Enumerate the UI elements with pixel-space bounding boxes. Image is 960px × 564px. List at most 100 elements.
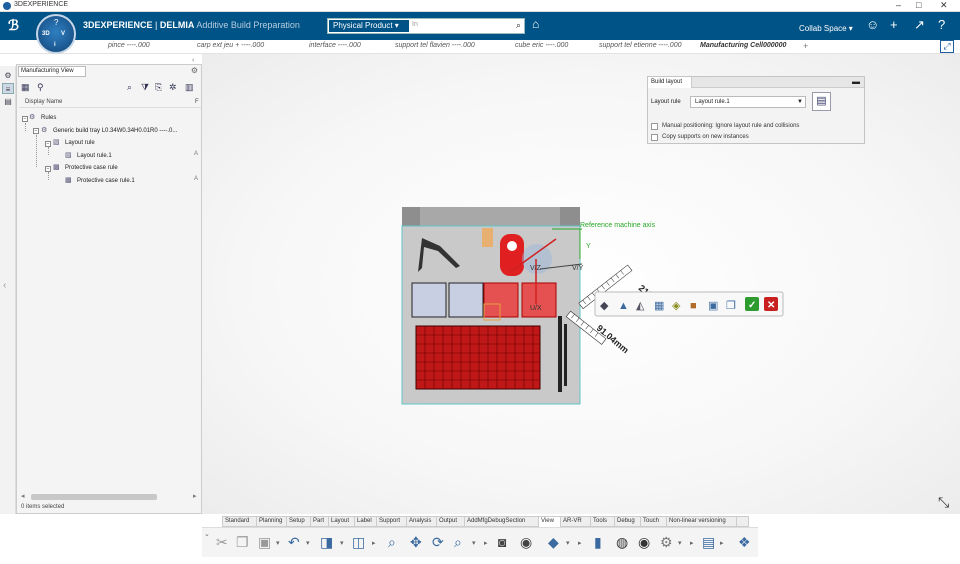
toolbar-tab-non-linear-versioning[interactable]: Non-linear versioning — [667, 517, 737, 527]
user-avatar-icon[interactable]: ☺ — [866, 17, 879, 32]
tab-interface[interactable]: interface ----.000 — [309, 42, 361, 49]
material-icon[interactable]: ◍ — [616, 534, 628, 551]
toolbar-tab-standard[interactable]: Standard — [223, 517, 257, 527]
panel-tab-manufacturing-view[interactable]: Manufacturing View — [18, 66, 86, 77]
close-window-button[interactable]: ✕ — [940, 0, 948, 11]
zoom-dropdown-icon[interactable]: ▾ — [472, 539, 476, 547]
collapse-left-icon[interactable]: ‹ — [3, 280, 6, 291]
cube-view-icon[interactable]: ◆ — [548, 534, 559, 551]
gear-icon[interactable]: ⚙ — [191, 66, 198, 75]
layout-icon[interactable]: ▥ — [185, 82, 194, 93]
tree-item-build-tray[interactable]: ⚙ Generic build tray L0.34W0.34H0.01R0 --… — [41, 126, 177, 134]
tree-view-icon[interactable]: ≡ — [2, 83, 14, 94]
collapse-panel-icon[interactable]: ‹ — [192, 57, 194, 64]
collab-space-selector[interactable]: Collab Space ▾ — [799, 24, 853, 33]
scroll-left-icon[interactable]: ◂ — [21, 492, 25, 500]
add-icon[interactable]: + — [890, 17, 898, 32]
manual-positioning-checkbox[interactable] — [651, 123, 658, 130]
copy-icon[interactable]: ❐ — [726, 300, 736, 312]
help-icon[interactable]: ? — [938, 17, 945, 32]
flag-column-header[interactable]: F — [195, 99, 199, 105]
tab-carp-ext-jeu[interactable]: carp ext jeu + ----.000 — [197, 42, 264, 49]
blue-block-2[interactable] — [448, 282, 484, 318]
tree-item-rules[interactable]: ⚙ Rules — [29, 113, 56, 121]
list-view-icon[interactable]: ▤ — [2, 96, 14, 107]
tree-item-layout-rule[interactable]: ▧ Layout rule — [53, 138, 95, 146]
tab-manufacturing-cell[interactable]: Manufacturing Cell000000 — [700, 42, 786, 49]
pack-icon[interactable]: ▣ — [708, 300, 718, 312]
toolbar-tab-analysis[interactable]: Analysis — [407, 517, 437, 527]
toolbar-tab-label[interactable]: Label — [355, 517, 377, 527]
toolbar-tab-debug[interactable]: Debug — [615, 517, 641, 527]
tab-support-tel-etienne[interactable]: support tel etienne ----.000 — [599, 42, 682, 49]
red-block-selected[interactable] — [483, 282, 519, 318]
undo-dropdown-icon[interactable]: ▾ — [306, 539, 310, 547]
search-icon[interactable]: ⌕ — [127, 82, 132, 93]
display-name-header[interactable]: Display Name — [25, 99, 62, 105]
copy-supports-checkbox[interactable] — [651, 134, 658, 141]
toolbar-tab-ar-vr[interactable]: AR-VR — [561, 517, 591, 527]
copy-icon[interactable]: ❐ — [236, 534, 249, 551]
minimize-panel-icon[interactable]: ▬ — [852, 77, 860, 86]
tab-cube-eric[interactable]: cube eric ----.000 — [515, 42, 568, 49]
expand-toggle[interactable]: − — [33, 128, 39, 134]
compass-right-quadrant[interactable]: V — [61, 31, 65, 37]
layout-view-icon[interactable]: ▤ — [702, 534, 715, 551]
layer-icon[interactable]: ◈ — [672, 300, 681, 312]
pan-icon[interactable]: ✥ — [410, 534, 422, 551]
toolbar-tab-addmfgdebugsection[interactable]: AddMfgDebugSection — [465, 517, 539, 527]
shading-icon[interactable]: ◉ — [638, 534, 650, 551]
filter-icon[interactable]: ⧩ — [141, 82, 149, 93]
toolbar-tab-part[interactable]: Part — [311, 517, 329, 527]
eraser-icon[interactable]: ◆ — [600, 300, 609, 312]
scroll-right-icon[interactable]: ▸ — [193, 492, 197, 500]
layout-dropdown-icon[interactable]: ▸ — [720, 539, 724, 547]
rotate-icon[interactable]: ⟳ — [432, 534, 444, 551]
expand-icon[interactable]: ⤢ — [940, 40, 954, 53]
render-icon[interactable]: ◉ — [520, 534, 532, 551]
paste-dropdown-icon[interactable]: ▾ — [276, 539, 280, 547]
tab-pince[interactable]: pince ----.000 — [108, 42, 150, 49]
lattice-part[interactable] — [415, 325, 541, 390]
gear-tool-icon[interactable]: ⚙ — [660, 534, 673, 551]
toolbar-tab-output[interactable]: Output — [437, 517, 465, 527]
toolbar-tab-tools[interactable]: Tools — [591, 517, 615, 527]
zoom-icon[interactable]: ⌕ — [388, 534, 396, 551]
place-icon[interactable]: ▲ — [618, 300, 629, 312]
add-tab-icon[interactable]: + — [803, 41, 808, 51]
toolbar-tab-layout[interactable]: Layout — [329, 517, 355, 527]
map-icon[interactable]: ◫ — [352, 534, 365, 551]
search-icon[interactable]: ⌕ — [516, 20, 521, 31]
more-icon[interactable]: ▸ — [484, 539, 488, 547]
expand-toggle[interactable]: − — [22, 116, 28, 122]
toolbar-tab-setup[interactable]: Setup — [287, 517, 311, 527]
bar-part-1[interactable] — [558, 316, 562, 392]
tree-item-protective-case-rule-1[interactable]: ▩ Protective case rule.1 — [65, 176, 135, 184]
more-icon[interactable]: ▸ — [578, 539, 582, 547]
search-category-select[interactable]: Physical Product ▾ — [329, 20, 409, 32]
zoom-area-icon[interactable]: ⌕ — [454, 534, 462, 551]
blue-block-1[interactable] — [411, 282, 447, 318]
search-bar[interactable]: Physical Product ▾ In ⌕ — [327, 18, 525, 34]
maximize-button[interactable]: □ — [916, 0, 921, 10]
cylinder-icon[interactable]: ▮ — [594, 534, 602, 551]
compass-left-quadrant[interactable]: 3D — [42, 31, 50, 37]
action-bar-menu-icon[interactable]: ⌄ — [204, 530, 210, 538]
compass-widget[interactable]: ? 3D V i — [36, 14, 76, 54]
filter-tree-icon[interactable]: ⚲ — [37, 82, 44, 93]
layout-rule-dropdown[interactable]: Layout rule.1 ▼ — [690, 96, 806, 108]
toolbar-tab-planning[interactable]: Planning — [257, 517, 287, 527]
bar-part-2[interactable] — [564, 324, 567, 386]
search-input[interactable]: In — [412, 21, 418, 28]
sheet-icon[interactable]: ◨ — [320, 534, 333, 551]
table-icon[interactable]: ▦ — [21, 82, 30, 93]
undo-icon[interactable]: ↶ — [288, 534, 300, 551]
compass-top-quadrant[interactable]: ? — [54, 18, 58, 27]
cut-icon[interactable]: ✂ — [216, 534, 228, 551]
3d-cube-icon[interactable]: ❖ — [738, 534, 751, 551]
resize-icon[interactable]: ⤡ — [938, 494, 949, 511]
compass-bottom-quadrant[interactable]: i — [54, 42, 56, 48]
minimize-button[interactable]: – — [896, 0, 901, 10]
camera-icon[interactable]: ◙ — [498, 534, 506, 550]
move-icon[interactable]: ▦ — [654, 300, 664, 312]
